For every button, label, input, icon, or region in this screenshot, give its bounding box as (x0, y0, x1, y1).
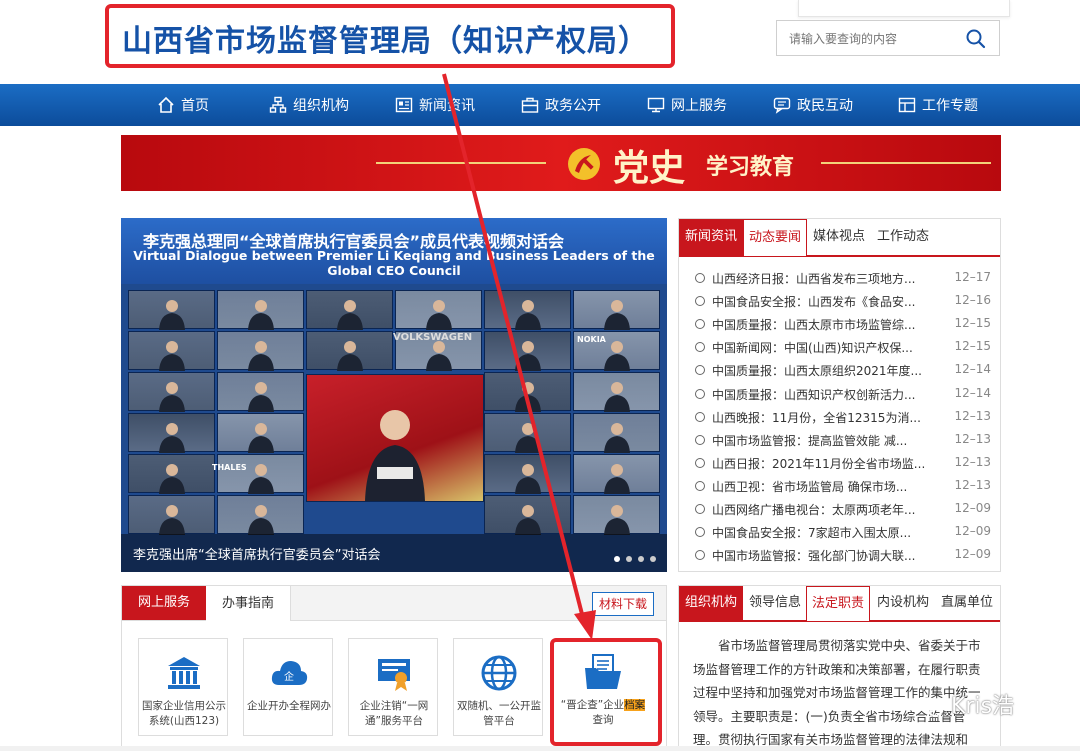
watermark-text: Kris浩 (951, 694, 1015, 719)
page-bottom-edge (0, 746, 1080, 751)
watermark: Kris浩 (918, 688, 1014, 720)
annotation-arrow (442, 73, 596, 640)
wechat-icon (918, 697, 943, 717)
